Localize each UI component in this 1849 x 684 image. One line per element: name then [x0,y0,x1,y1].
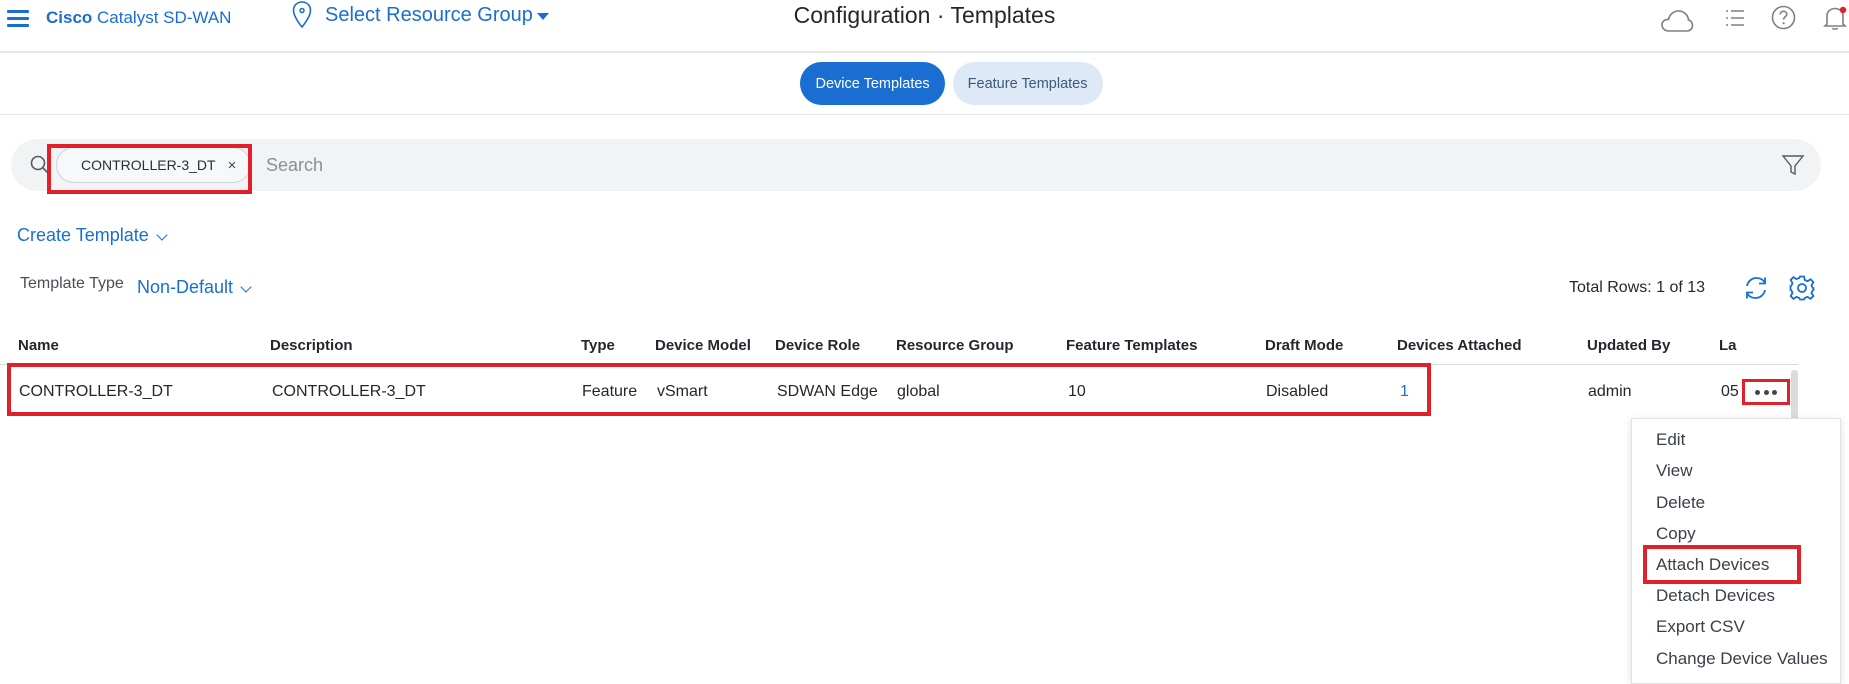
column-header-last-updated[interactable]: La [1719,337,1737,354]
task-list-icon[interactable] [1724,7,1746,29]
column-header-updated-by[interactable]: Updated By [1587,337,1670,354]
cell-type: Feature [582,383,638,400]
row-actions-menu: Edit View Delete Copy Attach Devices Det… [1631,418,1841,684]
column-header-device-model[interactable]: Device Model [655,337,751,354]
column-header-description[interactable]: Description [270,337,353,354]
template-type-value: Non-Default [137,277,234,297]
page-title-section: Templates [950,2,1056,28]
more-options-icon[interactable] [1742,379,1790,405]
resource-group-label: Select Resource Group [325,3,533,26]
menu-item-export-csv[interactable]: Export CSV [1656,617,1745,637]
column-header-draft-mode[interactable]: Draft Mode [1265,337,1343,354]
refresh-icon[interactable] [1742,274,1770,302]
location-pin-icon [292,1,312,29]
cell-device-role: SDWAN Edge [777,383,878,400]
cell-device-model: vSmart [657,383,708,400]
page-title-separator: · [930,2,951,28]
cell-resource-group: global [897,383,940,400]
create-template-dropdown[interactable]: Create Template [17,225,168,246]
cell-name: CONTROLLER-3_DT [19,383,173,400]
template-type-label: Template Type [20,275,124,292]
cell-last-updated: 05 [1721,383,1739,400]
highlight-table-row [7,363,1431,416]
total-rows-count: Total Rows: 1 of 13 [1569,279,1706,296]
cloud-icon[interactable] [1660,8,1694,34]
tab-feature-templates[interactable]: Feature Templates [952,62,1103,105]
menu-item-edit[interactable]: Edit [1656,430,1685,450]
chevron-down-icon [156,228,168,241]
menu-item-view[interactable]: View [1656,461,1693,481]
cell-devices-attached-link[interactable]: 1 [1400,383,1409,401]
search-input[interactable] [266,151,1666,179]
template-tabs: Device Templates Feature Templates [0,62,1849,114]
search-bar: CONTROLLER-3_DT × [11,139,1821,191]
column-header-feature-templates[interactable]: Feature Templates [1066,337,1197,354]
caret-down-icon [536,12,549,20]
gear-icon[interactable] [1788,274,1816,302]
menu-item-copy[interactable]: Copy [1656,524,1696,544]
brand-rest: Catalyst SD-WAN [92,8,232,27]
menu-item-change-device-values[interactable]: Change Device Values [1656,649,1828,669]
menu-item-delete[interactable]: Delete [1656,493,1705,513]
brand-name[interactable]: Cisco Catalyst SD-WAN [46,8,231,28]
page-title-main: Configuration [793,2,931,28]
filter-chip: CONTROLLER-3_DT × [56,147,252,183]
cell-draft-mode: Disabled [1266,383,1329,400]
filter-chip-label: CONTROLLER-3_DT [81,157,216,173]
column-header-resource-group[interactable]: Resource Group [896,337,1014,354]
hamburger-menu-icon[interactable] [7,10,29,27]
page-title: Configuration · Templates [0,2,1849,29]
chevron-down-icon [240,280,252,293]
filter-icon[interactable] [1781,153,1805,177]
menu-item-detach-devices[interactable]: Detach Devices [1656,586,1775,606]
cell-description: CONTROLLER-3_DT [272,383,426,400]
cell-feature-templates: 10 [1068,383,1086,400]
bell-icon[interactable] [1823,5,1847,31]
chip-remove-icon[interactable]: × [228,157,237,174]
column-header-type[interactable]: Type [581,337,615,354]
resource-group-selector[interactable]: Select Resource Group [291,0,549,30]
top-header: Cisco Catalyst SD-WAN Select Resource Gr… [0,0,1849,53]
cell-updated-by: admin [1588,383,1632,400]
brand-bold: Cisco [46,8,93,27]
tabs-divider [0,114,1849,115]
search-icon [30,155,49,174]
help-icon[interactable] [1771,5,1796,30]
column-header-devices-attached[interactable]: Devices Attached [1397,337,1522,354]
template-type-dropdown[interactable]: Non-Default [137,277,252,298]
table-header-divider [0,364,1798,365]
tab-device-templates[interactable]: Device Templates [800,62,945,105]
column-header-device-role[interactable]: Device Role [775,337,860,354]
column-header-name[interactable]: Name [18,337,59,354]
menu-item-attach-devices[interactable]: Attach Devices [1656,555,1769,575]
create-template-label: Create Template [17,225,149,245]
